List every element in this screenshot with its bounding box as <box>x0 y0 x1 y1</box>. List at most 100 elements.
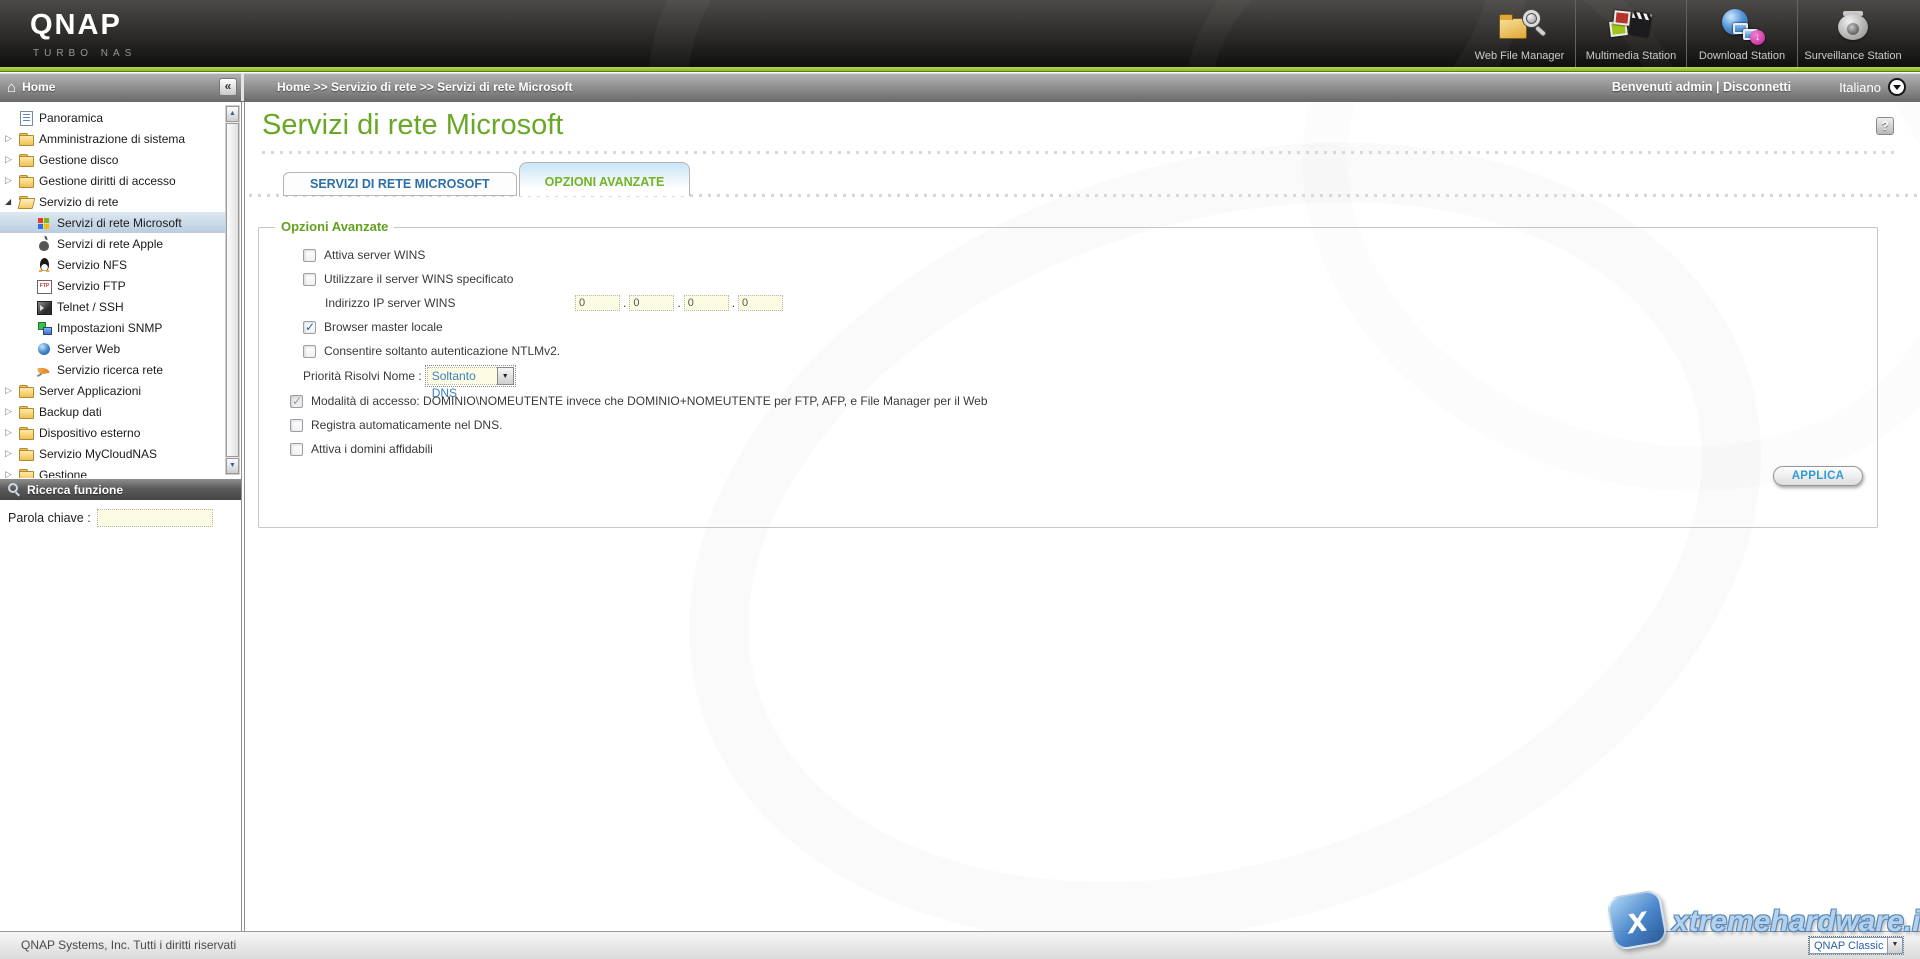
station-web-file-manager[interactable]: Web File Manager <box>1464 0 1575 67</box>
copyright-text: QNAP Systems, Inc. Tutti i diritti riser… <box>21 932 236 959</box>
folder-icon <box>18 131 34 147</box>
scrollbar-thumb[interactable] <box>226 123 239 457</box>
sidebar-item-servizio-nfs[interactable]: Servizio NFS <box>0 254 226 275</box>
breadcrumb[interactable]: Home >> Servizio di rete >> Servizi di r… <box>277 80 572 94</box>
station-label: Surveillance Station <box>1804 50 1901 62</box>
tree-scrollbar[interactable]: ▲ ▼ <box>225 105 240 475</box>
ip-separator: . <box>732 296 735 310</box>
feather-icon <box>36 362 52 378</box>
ip-separator: . <box>677 296 680 310</box>
multimedia-station-icon <box>1607 8 1655 48</box>
sidebar-item-server-applicazioni[interactable]: ▷Server Applicazioni <box>0 380 226 401</box>
expand-arrow-icon[interactable]: ▷ <box>5 133 18 144</box>
sidebar-collapse-button[interactable]: « <box>219 78 237 96</box>
checkbox-modalit-di-accesso-dominio-nomeutente-in <box>290 395 303 408</box>
folder-open-icon <box>18 194 34 210</box>
expand-arrow-icon[interactable]: ▷ <box>5 469 18 478</box>
expand-arrow-icon[interactable]: ▷ <box>5 385 18 396</box>
keyword-input[interactable] <box>97 509 213 527</box>
ip-octet-input[interactable]: 0 <box>738 295 783 311</box>
sidebar-item-gestione-disco[interactable]: ▷ Gestione disco <box>0 149 226 170</box>
download-arrow-badge <box>1750 30 1765 45</box>
title-dotted-divider <box>262 151 1896 154</box>
ip-octet-input[interactable]: 0 <box>575 295 620 311</box>
green-accent-band <box>0 67 1920 72</box>
checkbox-label: Consentire soltanto autenticazione NTLMv… <box>324 344 560 358</box>
checkbox-consentire-soltanto-autenticazione-ntlmv[interactable] <box>303 345 316 358</box>
keyword-label: Parola chiave : <box>8 511 91 525</box>
sidebar-item-servizio-di-rete[interactable]: ◢ Servizio di rete <box>0 191 226 212</box>
folder-icon <box>18 446 34 462</box>
function-search-title: Ricerca funzione <box>27 483 123 497</box>
form-row: Attiva server WINS <box>259 247 1877 263</box>
expand-arrow-icon[interactable]: ▷ <box>5 175 18 186</box>
theme-dropdown-arrow-icon[interactable]: ▼ <box>1887 938 1902 953</box>
form-row: Browser master locale <box>259 319 1877 335</box>
checkbox-registra-automaticamente-nel-dns[interactable] <box>290 419 303 432</box>
name-priority-label: Priorità Risolvi Nome : <box>303 369 422 383</box>
sidebar-item-backup-dati[interactable]: ▷ Backup dati <box>0 401 226 422</box>
form-row: Utilizzare il server WINS specificato <box>259 271 1877 287</box>
stations: Web File ManagerMultimedia StationDownlo… <box>1464 0 1908 67</box>
theme-selector-value: QNAP Classic <box>1810 940 1887 952</box>
sidebar-item-label: Servizio NFS <box>57 258 127 272</box>
collapse-arrow-icon[interactable]: ◢ <box>5 197 18 206</box>
keyword-row: Parola chiave : <box>0 506 241 530</box>
ip-octet-input[interactable]: 0 <box>684 295 729 311</box>
help-button[interactable]: ? <box>1876 117 1894 135</box>
sidebar-item-label: Servizio di rete <box>39 195 118 209</box>
sidebar-item-dispositivo-esterno[interactable]: ▷Dispositivo esterno <box>0 422 226 443</box>
station-multimedia-station[interactable]: Multimedia Station <box>1575 0 1686 67</box>
welcome-logout-text[interactable]: Benvenuti admin | Disconnetti <box>1612 80 1791 94</box>
snmp-icon <box>36 320 52 336</box>
ip-octet-input[interactable]: 0 <box>629 295 674 311</box>
sidebar-item-servizi-di-rete-apple[interactable]: Servizi di rete Apple <box>0 233 226 254</box>
checkbox-label: Browser master locale <box>324 320 443 334</box>
sidebar-item-telnet-ssh[interactable]: Telnet / SSH <box>0 296 226 317</box>
language-selector[interactable]: Italiano <box>1839 80 1904 95</box>
sidebar-item-servizio-ricerca-rete[interactable]: Servizio ricerca rete <box>0 359 226 380</box>
sidebar-item-server-web[interactable]: Server Web <box>0 338 226 359</box>
sidebar-item-servizi-di-rete-microsoft[interactable]: Servizi di rete Microsoft <box>0 212 226 233</box>
tux-icon <box>36 257 52 273</box>
expand-arrow-icon[interactable]: ▷ <box>5 154 18 165</box>
sidebar-item-label: Gestione disco <box>39 153 118 167</box>
sidebar-item-impostazioni-snmp[interactable]: Impostazioni SNMP <box>0 317 226 338</box>
navigation-tree: Panoramica▷Amministrazione di sistema▷Ge… <box>0 107 226 478</box>
language-dropdown-icon[interactable] <box>1890 80 1904 94</box>
globe-icon <box>36 341 52 357</box>
tab-servizi-di-rete-microsoft[interactable]: SERVIZI DI RETE MICROSOFT <box>283 172 517 196</box>
folder-icon <box>18 383 34 399</box>
scroll-down-button[interactable]: ▼ <box>226 458 239 474</box>
tab-opzioni-avanzate[interactable]: OPZIONI AVANZATE <box>519 162 691 196</box>
sidebar-item-gestione[interactable]: ▷Gestione <box>0 464 226 478</box>
sidebar-item-servizio-ftp[interactable]: Servizio FTP <box>0 275 226 296</box>
expand-arrow-icon[interactable]: ▷ <box>5 427 18 438</box>
checkbox-attiva-i-domini-affidabili[interactable] <box>290 443 303 456</box>
form-rows: Attiva server WINS Utilizzare il server W… <box>259 228 1877 457</box>
checkbox-browser-master-locale[interactable] <box>303 321 316 334</box>
apply-button[interactable]: APPLICA <box>1773 466 1863 486</box>
station-surveillance-station[interactable]: Surveillance Station <box>1797 0 1908 67</box>
folder-icon <box>18 467 34 479</box>
sidebar-item-label: Panoramica <box>39 111 103 125</box>
theme-selector[interactable]: QNAP Classic ▼ <box>1809 937 1903 954</box>
web-file-manager-icon <box>1496 8 1544 48</box>
checkbox-attiva-server-wins[interactable] <box>303 249 316 262</box>
advanced-options-panel: Opzioni Avanzate Attiva server WINSUtili… <box>258 227 1878 528</box>
app-header: QNAP TURBO NAS Web File ManagerMultimedi… <box>0 0 1920 67</box>
scroll-up-button[interactable]: ▲ <box>226 106 239 122</box>
photo-shape <box>1613 10 1630 26</box>
name-priority-select[interactable]: Soltanto DNS▼ <box>427 367 514 385</box>
dropdown-arrow-icon[interactable]: ▼ <box>497 367 514 385</box>
expand-arrow-icon[interactable]: ▷ <box>5 448 18 459</box>
ip-address-label: Indirizzo IP server WINS <box>325 296 575 310</box>
sidebar-item-amministrazione-di-sistema[interactable]: ▷Amministrazione di sistema <box>0 128 226 149</box>
sidebar-item-gestione-diritti-di-accesso[interactable]: ▷Gestione diritti di accesso <box>0 170 226 191</box>
checkbox-utilizzare-il-server-wins-specificato[interactable] <box>303 273 316 286</box>
expand-arrow-icon[interactable]: ▷ <box>5 406 18 417</box>
sidebar-item-label: Backup dati <box>39 405 102 419</box>
sidebar-item-servizio-mycloudnas[interactable]: ▷Servizio MyCloudNAS <box>0 443 226 464</box>
sidebar-item-panoramica[interactable]: Panoramica <box>0 107 226 128</box>
station-download-station[interactable]: Download Station <box>1686 0 1797 67</box>
